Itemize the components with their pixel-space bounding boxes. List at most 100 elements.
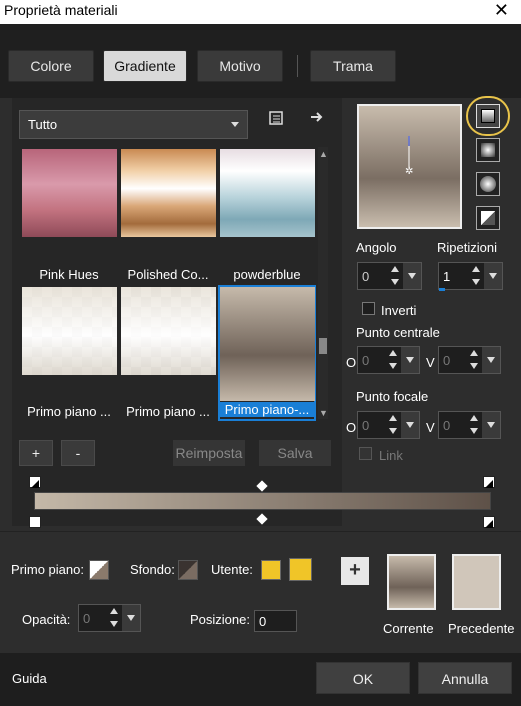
focal-point-label: Punto focale <box>356 389 429 404</box>
title-bar: Proprietà materiali ✕ <box>0 0 521 24</box>
close-icon[interactable]: ✕ <box>494 0 509 21</box>
focal-v-value: 0 <box>443 418 451 433</box>
center-o-value: 0 <box>362 353 370 368</box>
repeat-stepper-arrows[interactable] <box>468 263 484 289</box>
center-v-value: 0 <box>443 353 451 368</box>
angle-dropdown-button[interactable] <box>403 263 421 289</box>
gradient-preview[interactable]: ✲ <box>357 104 462 229</box>
center-v-spinner[interactable]: 0 <box>438 346 501 374</box>
link-label: Link <box>379 448 403 463</box>
gradient-thumb-polished-copper[interactable] <box>121 149 216 237</box>
center-v-label: V <box>426 355 435 370</box>
angle-stepper-arrows[interactable] <box>387 263 403 289</box>
tab-trama[interactable]: Trama <box>310 50 396 82</box>
cancel-button[interactable]: Annulla <box>418 662 512 694</box>
help-link[interactable]: Guida <box>12 671 47 686</box>
focal-o-stepper-arrows[interactable] <box>385 412 401 438</box>
current-material-swatch[interactable] <box>387 554 436 610</box>
library-scrollbar[interactable] <box>318 147 328 419</box>
gradient-thumb-fg-transparent-2[interactable] <box>121 287 216 375</box>
focal-v-stepper-arrows[interactable] <box>466 412 482 438</box>
focal-v-spinner[interactable]: 0 <box>438 411 501 439</box>
tab-colore[interactable]: Colore <box>8 50 94 82</box>
tab-motivo[interactable]: Motivo <box>197 50 283 82</box>
previous-label: Precedente <box>448 621 515 636</box>
position-label: Posizione: <box>190 612 250 627</box>
tab-gradiente[interactable]: Gradiente <box>103 50 187 82</box>
repeat-value: 1 <box>443 269 451 284</box>
opacity-stepper-arrows[interactable] <box>106 605 122 631</box>
foreground-swatch[interactable] <box>89 560 109 580</box>
reset-button[interactable]: Reimposta <box>173 440 245 466</box>
opacity-value: 0 <box>83 611 91 626</box>
foreground-label: Primo piano: <box>11 562 84 577</box>
focal-v-dropdown-button[interactable] <box>482 412 500 438</box>
sunburst-style-icon[interactable] <box>476 206 500 230</box>
gradient-label: powderblue <box>233 267 301 282</box>
invert-label: Inverti <box>381 303 417 318</box>
focal-o-spinner[interactable]: 0 <box>357 411 420 439</box>
tab-separator <box>297 55 298 77</box>
center-point-label: Punto centrale <box>356 325 440 340</box>
gradient-thumb-powderblue[interactable] <box>220 149 315 237</box>
color-stop-marker-bottom-left[interactable] <box>29 516 41 528</box>
add-gradient-button[interactable]: + <box>19 440 53 466</box>
opacity-label: Opacità: <box>22 612 71 627</box>
remove-gradient-button[interactable]: - <box>61 440 95 466</box>
color-stop-marker-bottom-right[interactable] <box>483 516 495 528</box>
focal-o-dropdown-button[interactable] <box>401 412 419 438</box>
position-input[interactable]: 0 <box>254 610 297 632</box>
radial-style-icon[interactable] <box>476 172 500 196</box>
library-menu-icon[interactable] <box>263 109 289 135</box>
center-o-stepper-arrows[interactable] <box>385 347 401 373</box>
category-value: Tutto <box>28 117 58 132</box>
color-stop-marker-top-left[interactable] <box>29 476 41 488</box>
previous-material-swatch[interactable] <box>452 554 501 610</box>
user-swatch-small[interactable] <box>261 560 281 580</box>
gradient-label: Primo piano ... <box>126 404 210 419</box>
chevron-down-icon <box>231 122 239 127</box>
svg-text:✲: ✲ <box>405 166 413 177</box>
add-swatch-button[interactable]: + <box>341 557 369 585</box>
gradient-label: Pink Hues <box>39 267 99 282</box>
window-title: Proprietà materiali <box>4 2 118 18</box>
center-o-dropdown-button[interactable] <box>401 347 419 373</box>
user-swatch-large[interactable] <box>289 558 312 581</box>
repeat-spinner[interactable]: 1 <box>438 262 503 290</box>
ok-button[interactable]: OK <box>316 662 410 694</box>
center-o-spinner[interactable]: 0 <box>357 346 420 374</box>
opacity-spinner[interactable]: 0 <box>78 604 141 632</box>
link-checkbox[interactable] <box>359 447 372 460</box>
save-button[interactable]: Salva <box>259 440 331 466</box>
angle-spinner[interactable]: 0 <box>357 262 422 290</box>
center-o-label: O <box>346 355 357 370</box>
linear-style-icon[interactable] <box>476 104 500 128</box>
background-swatch[interactable] <box>178 560 198 580</box>
opacity-dropdown-button[interactable] <box>122 605 140 631</box>
angle-label: Angolo <box>356 240 397 255</box>
chevron-up-icon[interactable]: ▲ <box>319 149 328 159</box>
focal-o-label: O <box>346 420 357 435</box>
center-v-stepper-arrows[interactable] <box>466 347 482 373</box>
gradient-thumb-fg-transparent-1[interactable] <box>22 287 117 375</box>
gradient-thumb-fg-bg[interactable] <box>220 287 315 401</box>
category-dropdown[interactable]: Tutto <box>19 110 248 139</box>
gradient-label: Polished Co... <box>127 267 209 282</box>
rectangular-style-icon[interactable] <box>476 138 500 162</box>
repeat-label: Ripetizioni <box>437 240 497 255</box>
gradient-thumb-pink-hues[interactable] <box>22 149 117 237</box>
invert-checkbox[interactable] <box>362 302 375 315</box>
center-v-dropdown-button[interactable] <box>482 347 500 373</box>
focal-v-label: V <box>426 420 435 435</box>
chevron-down-icon[interactable]: ▼ <box>319 408 328 418</box>
repeat-slider-indicator <box>439 288 445 291</box>
color-stop-marker-top-right[interactable] <box>483 476 495 488</box>
current-label: Corrente <box>383 621 434 636</box>
arrow-right-icon[interactable] <box>304 108 330 134</box>
gradient-label-selected: Primo piano-... <box>220 402 314 417</box>
repeat-dropdown-button[interactable] <box>484 263 502 289</box>
scrollbar-thumb[interactable] <box>319 338 327 354</box>
gradient-bar[interactable] <box>34 492 491 510</box>
user-label: Utente: <box>211 562 253 577</box>
bottom-panel <box>0 531 521 653</box>
